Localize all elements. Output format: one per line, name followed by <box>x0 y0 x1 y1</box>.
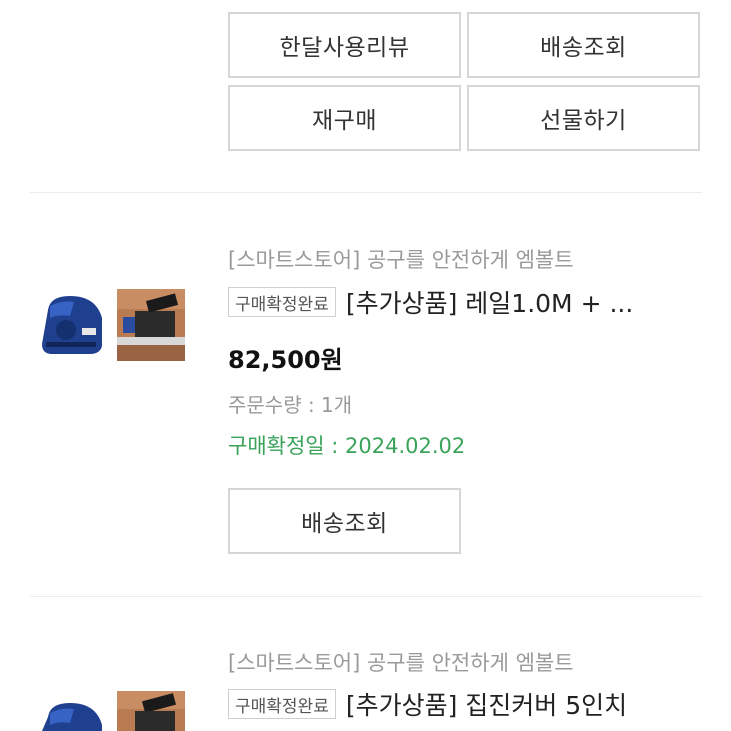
status-badge: 구매확정완료 <box>228 287 336 317</box>
store-name[interactable]: [스마트스토어] 공구를 안전하게 엠볼트 <box>228 244 574 274</box>
rebuy-button-label: 재구매 <box>312 108 377 134</box>
confirm-date: 구매확정일 : 2024.02.02 <box>228 434 466 458</box>
product-thumbnail-rail[interactable] <box>117 289 185 361</box>
section-divider <box>30 192 702 193</box>
product-name[interactable]: [추가상품] 집진커버 5인치 <box>346 686 627 722</box>
product-title-row: 구매확정완료 [추가상품] 레일1.0M + ... <box>228 284 633 320</box>
price: 82,500원 <box>228 346 343 374</box>
product-title-row: 구매확정완료 [추가상품] 집진커버 5인치 <box>228 686 627 722</box>
order-quantity: 주문수량 : 1개 <box>228 393 353 417</box>
review-button[interactable]: 한달사용리뷰 <box>228 12 461 78</box>
shipping-tracking-button[interactable]: 배송조회 <box>467 12 700 78</box>
shipping-tracking-button-label: 배송조회 <box>540 35 627 61</box>
rebuy-button[interactable]: 재구매 <box>228 85 461 151</box>
product-thumbnail-rail[interactable] <box>117 691 185 731</box>
product-thumbnail-device[interactable] <box>40 699 108 731</box>
product-name[interactable]: [추가상품] 레일1.0M + ... <box>346 284 633 320</box>
section-divider <box>30 596 702 597</box>
gift-button-label: 선물하기 <box>540 108 627 134</box>
review-button-label: 한달사용리뷰 <box>279 35 410 61</box>
gift-button[interactable]: 선물하기 <box>467 85 700 151</box>
product-thumbnail-device[interactable] <box>40 292 108 360</box>
shipping-tracking-button[interactable]: 배송조회 <box>228 488 461 554</box>
status-badge: 구매확정완료 <box>228 689 336 719</box>
shipping-tracking-button-label: 배송조회 <box>301 511 388 537</box>
store-name[interactable]: [스마트스토어] 공구를 안전하게 엠볼트 <box>228 647 574 677</box>
